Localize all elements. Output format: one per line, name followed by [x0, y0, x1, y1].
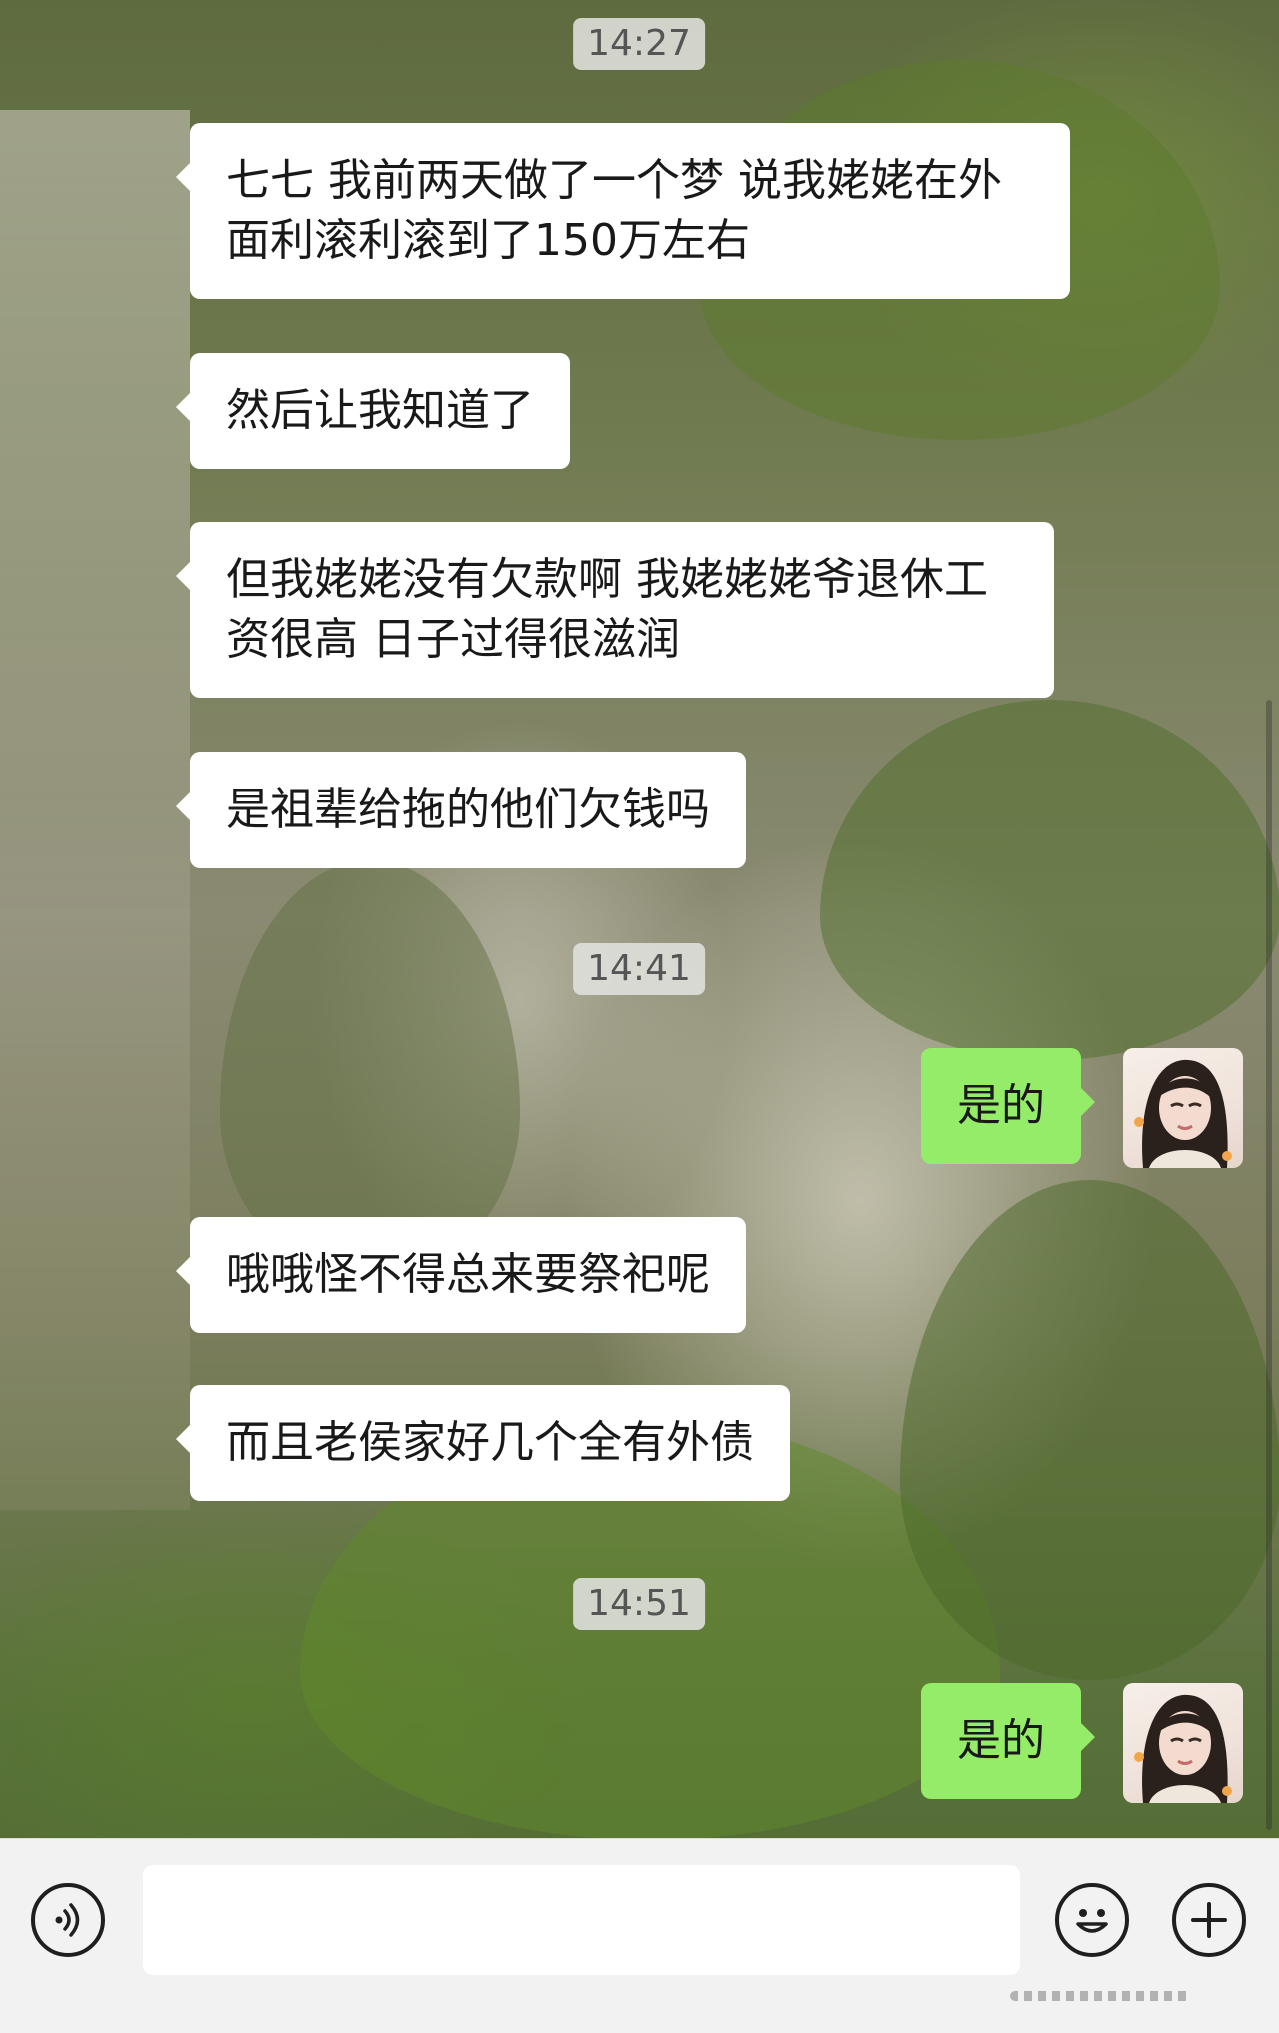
- message-bubble-received[interactable]: 但我姥姥没有欠款啊 我姥姥姥爷退休工资很高 日子过得很滋润: [176, 522, 1054, 698]
- emoji-button[interactable]: [1055, 1883, 1129, 1957]
- avatar[interactable]: [1123, 1683, 1243, 1803]
- message-bubble-received[interactable]: 然后让我知道了: [176, 353, 570, 469]
- message-bubble-received[interactable]: 七七 我前两天做了一个梦 说我姥姥在外面利滚利滚到了150万左右: [176, 123, 1070, 299]
- scrollbar[interactable]: [1266, 700, 1272, 1830]
- voice-button[interactable]: [31, 1883, 105, 1957]
- avatar-image: [1134, 1059, 1232, 1168]
- timestamp: 14:41: [573, 943, 705, 995]
- home-indicator: [1010, 1991, 1190, 2001]
- chat-screen: 14:27 七七 我前两天做了一个梦 说我姥姥在外面利滚利滚到了150万左右 然…: [0, 0, 1279, 2033]
- message-bubble-sent[interactable]: 是的: [921, 1683, 1095, 1799]
- message-list[interactable]: 14:27 七七 我前两天做了一个梦 说我姥姥在外面利滚利滚到了150万左右 然…: [0, 0, 1279, 1838]
- message-bubble-received[interactable]: 是祖辈给拖的他们欠钱吗: [176, 752, 746, 868]
- message-input[interactable]: [143, 1865, 1020, 1975]
- timestamp: 14:51: [573, 1578, 705, 1630]
- avatar-image: [1134, 1694, 1232, 1803]
- message-bubble-sent[interactable]: 是的: [921, 1048, 1095, 1164]
- plus-icon: [1191, 1902, 1227, 1938]
- more-button[interactable]: [1172, 1883, 1246, 1957]
- emoji-icon: [1076, 1909, 1108, 1933]
- input-toolbar: [0, 1838, 1279, 2033]
- message-bubble-received[interactable]: 而且老侯家好几个全有外债: [176, 1385, 790, 1501]
- avatar[interactable]: [1123, 1048, 1243, 1168]
- timestamp: 14:27: [573, 18, 705, 70]
- voice-icon: [55, 1903, 80, 1937]
- message-bubble-received[interactable]: 哦哦怪不得总来要祭祀呢: [176, 1217, 746, 1333]
